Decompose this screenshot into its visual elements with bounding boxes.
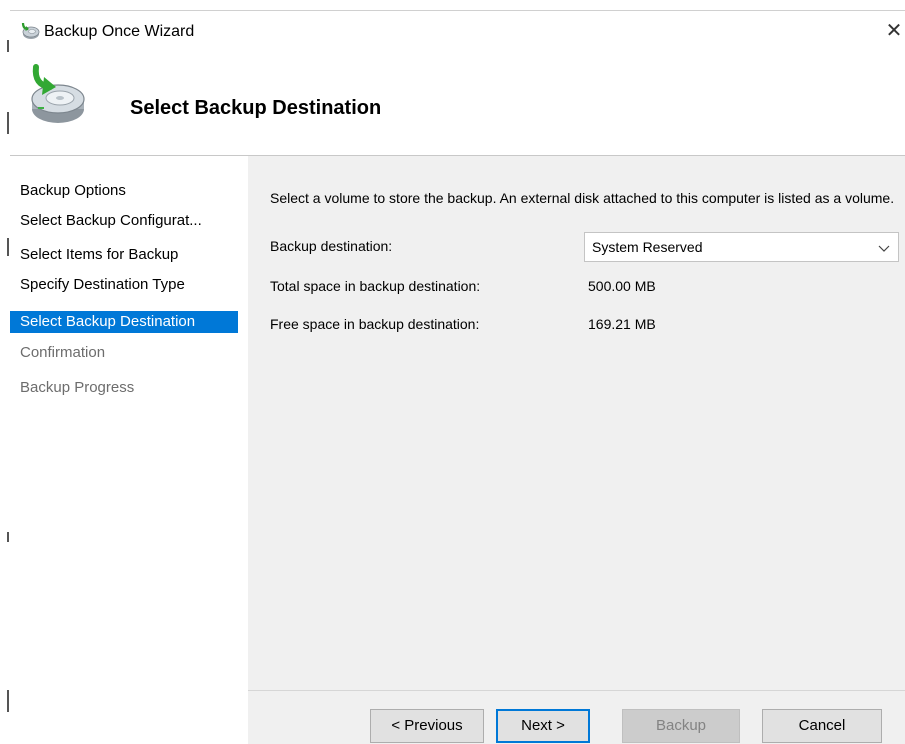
backup-destination-dropdown[interactable]: System Reserved	[584, 232, 899, 262]
wizard-steps-sidebar: Backup Options Select Backup Configurat.…	[10, 156, 246, 744]
edge-mark	[7, 112, 9, 134]
window-title: Backup Once Wizard	[44, 23, 195, 40]
next-button[interactable]: Next >	[496, 709, 590, 743]
title-bar: Backup Once Wizard ✕	[10, 11, 905, 51]
page-title: Select Backup Destination	[130, 97, 382, 119]
step-confirmation: Confirmation	[20, 344, 106, 361]
step-select-items-for-backup[interactable]: Select Items for Backup	[10, 244, 246, 266]
total-space-label: Total space in backup destination:	[270, 278, 481, 294]
step-backup-progress: Backup Progress	[20, 379, 135, 396]
previous-button[interactable]: < Previous	[370, 709, 484, 743]
free-space-label: Free space in backup destination:	[270, 316, 480, 332]
background-window-edge	[0, 0, 10, 744]
backup-button: Backup	[622, 709, 740, 743]
chevron-down-icon	[878, 241, 890, 253]
edge-mark	[7, 690, 9, 712]
backup-destination-label: Backup destination:	[270, 238, 393, 254]
wizard-content-panel: Select a volume to store the backup. An …	[248, 156, 905, 744]
step-select-backup-configuration[interactable]: Select Backup Configurat...	[10, 210, 246, 232]
instruction-text: Select a volume to store the backup. An …	[270, 190, 895, 206]
free-space-value: 169.21 MB	[588, 316, 656, 332]
edge-mark	[7, 40, 9, 52]
edge-mark	[7, 532, 9, 542]
backup-app-icon	[20, 21, 40, 41]
close-button[interactable]: ✕	[883, 17, 905, 45]
step-select-backup-destination[interactable]: Select Backup Destination	[10, 311, 238, 333]
total-space-value: 500.00 MB	[588, 278, 656, 294]
backup-destination-value: System Reserved	[592, 239, 703, 255]
cancel-button[interactable]: Cancel	[762, 709, 882, 743]
step-backup-options[interactable]: Backup Options	[10, 180, 246, 202]
wizard-header: Select Backup Destination	[10, 51, 905, 155]
footer-divider	[248, 690, 905, 691]
edge-mark	[7, 238, 9, 256]
step-specify-destination-type[interactable]: Specify Destination Type	[10, 274, 246, 296]
backup-disk-icon	[22, 63, 88, 129]
wizard-window: Backup Once Wizard ✕ Select Backup Desti…	[10, 10, 905, 744]
